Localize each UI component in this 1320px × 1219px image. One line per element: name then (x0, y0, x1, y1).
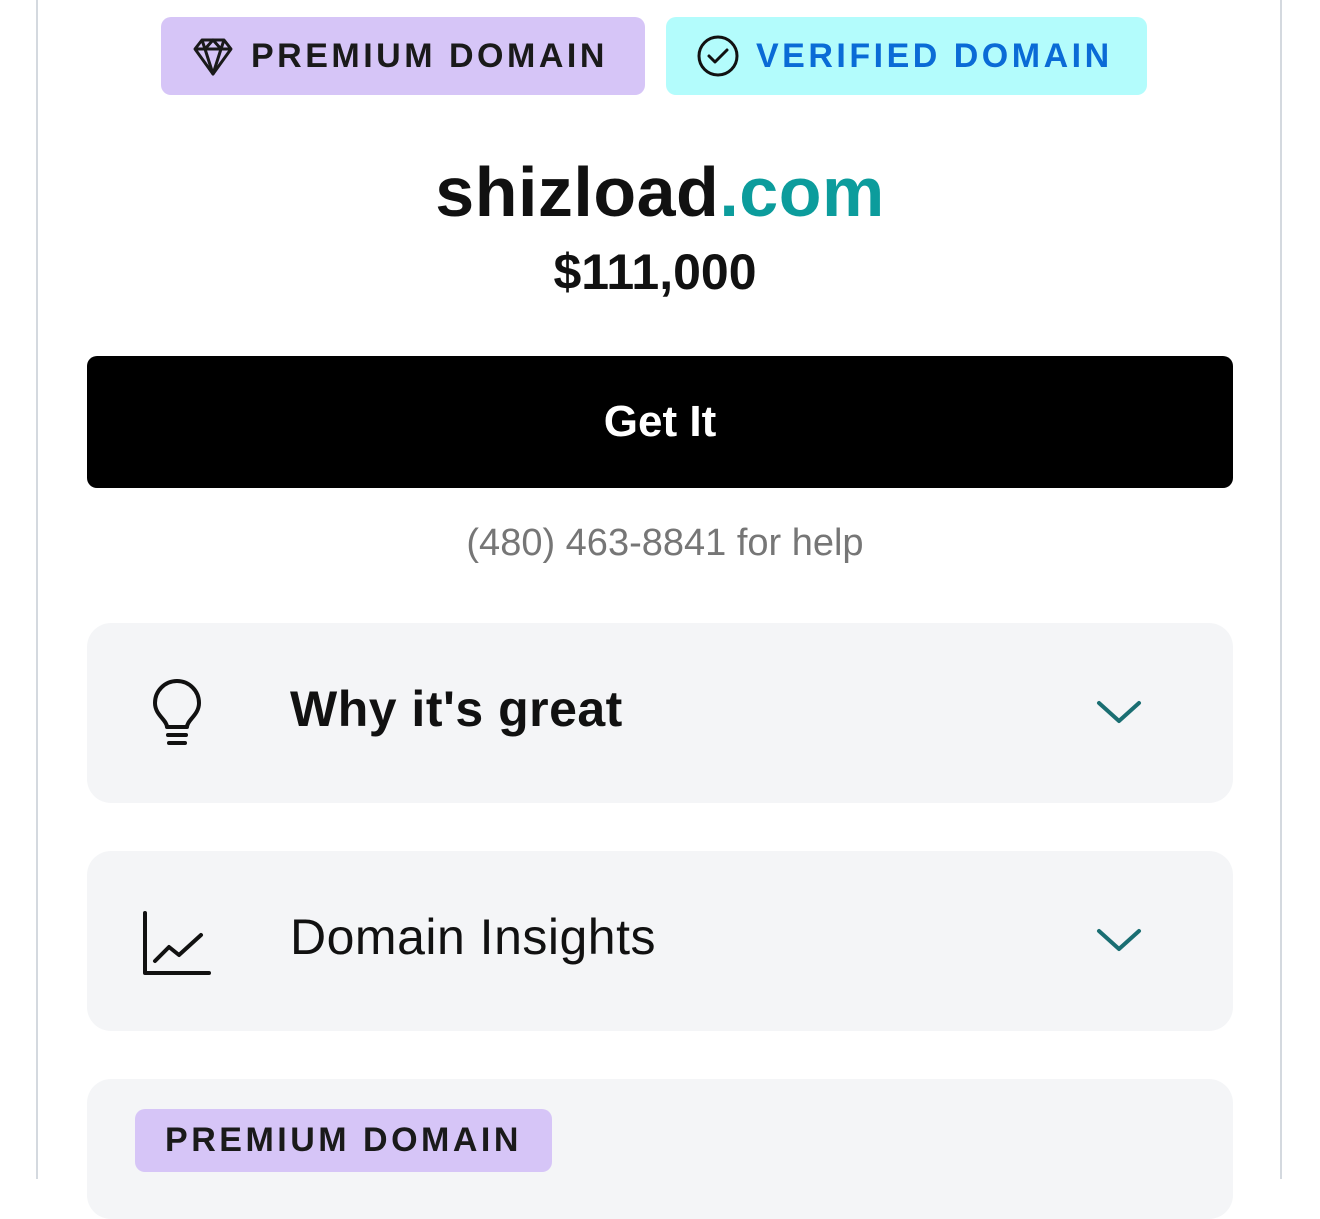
accordion-label: Why it's great (290, 681, 623, 737)
verified-domain-label: VERIFIED DOMAIN (756, 36, 1113, 75)
get-it-button[interactable]: Get It (87, 356, 1233, 488)
domain-name: shizload (435, 153, 720, 231)
lightbulb-icon (153, 679, 201, 745)
domain-price: $111,000 (553, 244, 757, 300)
chevron-down-icon[interactable] (1095, 923, 1143, 957)
accordion-why-its-great[interactable]: Why it's great (87, 623, 1233, 803)
badge-row: PREMIUM DOMAIN VERIFIED DOMAIN (161, 17, 1147, 95)
diamond-icon (189, 32, 237, 80)
check-circle-icon (694, 32, 742, 80)
premium-domain-label: PREMIUM DOMAIN (251, 36, 608, 75)
help-phone-text[interactable]: (480) 463-8841 for help (0, 518, 1320, 568)
premium-domain-card-badge: PREMIUM DOMAIN (135, 1109, 552, 1172)
line-chart-icon (143, 911, 211, 975)
domain-title: shizload.com (0, 150, 1320, 234)
chevron-down-icon[interactable] (1095, 695, 1143, 729)
domain-tld: .com (719, 153, 885, 231)
premium-domain-badge: PREMIUM DOMAIN (161, 17, 645, 95)
accordion-label: Domain Insights (290, 909, 656, 965)
accordion-domain-insights[interactable]: Domain Insights (87, 851, 1233, 1031)
verified-domain-badge: VERIFIED DOMAIN (666, 17, 1147, 95)
